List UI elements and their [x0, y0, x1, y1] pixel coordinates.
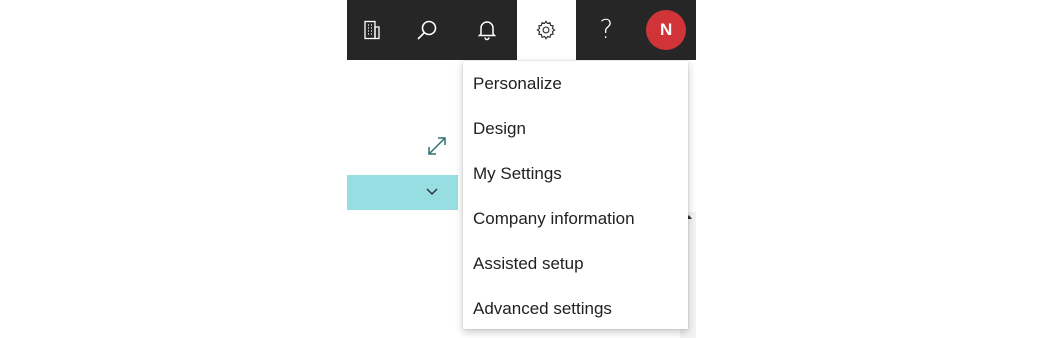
menu-item-personalize[interactable]: Personalize [463, 61, 688, 106]
expand-icon[interactable] [426, 135, 448, 157]
menu-item-assisted-setup[interactable]: Assisted setup [463, 241, 688, 286]
avatar: N [646, 10, 687, 50]
top-navigation-bar: ? N [347, 0, 696, 60]
settings-button[interactable] [516, 0, 577, 60]
search-button[interactable] [397, 0, 457, 60]
menu-item-company-information[interactable]: Company information [463, 196, 688, 241]
collapsed-section-bar[interactable] [347, 175, 458, 210]
company-button[interactable] [347, 0, 397, 60]
menu-item-my-settings[interactable]: My Settings [463, 151, 688, 196]
menu-item-advanced-settings[interactable]: Advanced settings [463, 286, 688, 331]
notifications-button[interactable] [457, 0, 517, 60]
avatar-initial: N [659, 20, 673, 39]
settings-menu: Personalize Design My Settings Company i… [463, 61, 688, 329]
chevron-down-icon [425, 184, 439, 202]
help-button[interactable]: ? [576, 0, 636, 60]
user-account-button[interactable]: N [636, 0, 696, 60]
help-icon: ? [599, 15, 614, 45]
gear-icon [535, 19, 557, 41]
search-icon [416, 19, 438, 41]
building-icon [363, 20, 381, 40]
menu-item-design[interactable]: Design [463, 106, 688, 151]
bell-icon [477, 19, 497, 41]
